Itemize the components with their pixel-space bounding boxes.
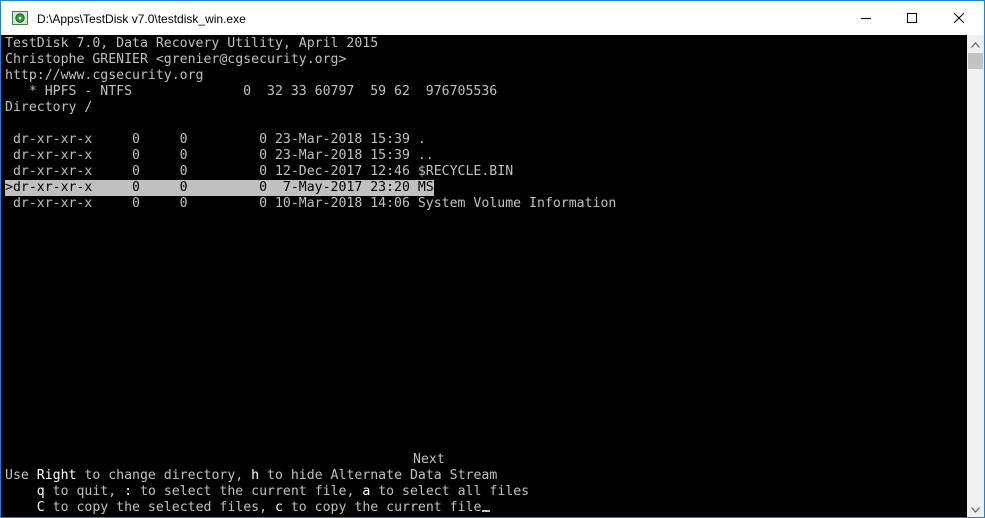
text-cursor	[482, 510, 491, 512]
help-key-colon: :	[124, 484, 133, 499]
help-key-q: q	[36, 484, 45, 499]
help-text: to change directory,	[76, 468, 252, 483]
help-text: to hide Alternate Data Stream	[259, 468, 498, 483]
minimize-button[interactable]	[843, 1, 889, 35]
help-text: to select the current file,	[132, 484, 363, 499]
scroll-up-arrow-icon	[971, 35, 980, 53]
help-key-h: h	[251, 468, 260, 483]
help-line-2: q to quit, : to select the current file,…	[5, 484, 529, 500]
close-button[interactable]	[936, 1, 982, 35]
help-text: to select all files	[370, 484, 530, 499]
website-line: http://www.cgsecurity.org	[5, 68, 204, 83]
title-bar[interactable]: D:\Apps\TestDisk v7.0\testdisk_win.exe	[1, 1, 984, 35]
help-text: to copy the current file	[282, 500, 482, 515]
partition-line: * HPFS - NTFS 0 32 33 60797 59 62 976705…	[5, 84, 498, 99]
maximize-icon	[907, 13, 917, 23]
scroll-down-arrow-icon	[971, 500, 980, 518]
maximize-button[interactable]	[889, 1, 935, 35]
window-title: D:\Apps\TestDisk v7.0\testdisk_win.exe	[37, 12, 246, 26]
scrollbar-thumb[interactable]	[968, 53, 983, 69]
dir-entry-current[interactable]: dr-xr-xr-x 0 0 0 23-Mar-2018 15:39 .	[5, 132, 426, 148]
testdisk-app-icon[interactable]	[12, 11, 28, 25]
help-text: to copy the selected files,	[44, 500, 275, 515]
dir-entry-system-volume-information[interactable]: dr-xr-xr-x 0 0 0 10-Mar-2018 14:06 Syste…	[5, 196, 616, 212]
console-output[interactable]: TestDisk 7.0, Data Recovery Utility, Apr…	[1, 35, 967, 517]
close-icon	[954, 13, 964, 23]
help-text: to quit,	[44, 484, 125, 499]
minimize-icon	[861, 13, 871, 23]
next-page-label[interactable]: Next	[413, 452, 445, 468]
help-key-right: Right	[36, 468, 77, 483]
help-key-c: c	[274, 500, 283, 515]
vertical-scrollbar[interactable]	[967, 35, 984, 517]
help-key-C: C	[36, 500, 45, 515]
dir-entry-parent[interactable]: dr-xr-xr-x 0 0 0 23-Mar-2018 15:39 ..	[5, 148, 434, 164]
dir-entry-recycle-bin[interactable]: dr-xr-xr-x 0 0 0 12-Dec-2017 12:46 $RECY…	[5, 164, 513, 180]
scroll-up-button[interactable]	[967, 35, 984, 52]
console-window: D:\Apps\TestDisk v7.0\testdisk_win.exe T…	[0, 0, 985, 518]
dir-entry-ms-selected[interactable]: >dr-xr-xr-x 0 0 0 7-May-2017 23:20 MS	[5, 180, 434, 196]
help-indent	[5, 500, 37, 515]
help-line-3: C to copy the selected files, c to copy …	[5, 500, 491, 516]
author-line: Christophe GRENIER <grenier@cgsecurity.o…	[5, 52, 347, 67]
help-line-1: Use Right to change directory, h to hide…	[5, 468, 497, 484]
directory-path: Directory /	[5, 100, 93, 115]
scroll-down-button[interactable]	[967, 500, 984, 517]
help-indent	[5, 484, 37, 499]
program-banner: TestDisk 7.0, Data Recovery Utility, Apr…	[5, 36, 379, 51]
help-text: Use	[5, 468, 37, 483]
